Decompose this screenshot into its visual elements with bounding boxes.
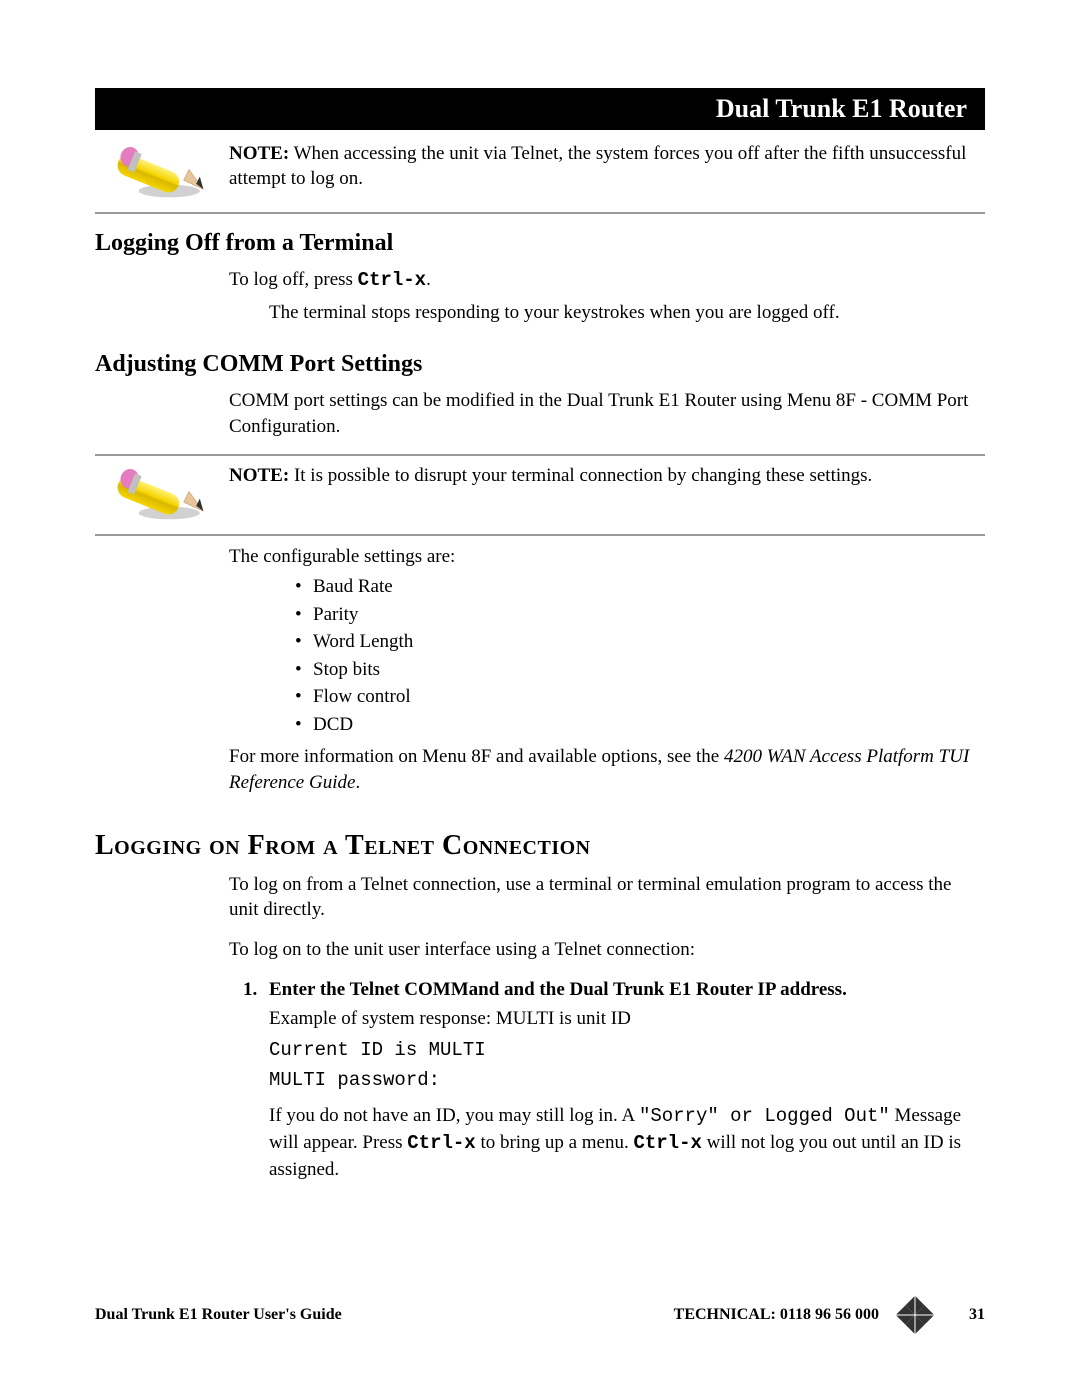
pencil-icon	[95, 464, 229, 524]
divider	[95, 212, 985, 214]
text: .	[355, 772, 360, 793]
telnet-para1: To log on from a Telnet connection, use …	[229, 872, 985, 923]
note-body: When accessing the unit via Telnet, the …	[229, 143, 966, 189]
telnet-para2: To log on to the unit user interface usi…	[229, 937, 985, 963]
cmd-ctrl-x: Ctrl-x	[407, 1132, 475, 1154]
note-label: NOTE:	[229, 465, 289, 486]
divider	[95, 454, 985, 456]
page: Dual Trunk E1 Router	[0, 0, 1080, 1397]
list-item: Parity	[295, 601, 985, 629]
heading-logging-off: Logging Off from a Terminal	[95, 230, 985, 257]
step-title-row: 1.Enter the Telnet COMMand and the Dual …	[269, 977, 985, 1003]
footer-doc-title: Dual Trunk E1 Router User's Guide	[95, 1306, 674, 1324]
comm-para: COMM port settings can be modified in th…	[229, 388, 985, 439]
note-label: NOTE:	[229, 143, 289, 164]
step-tail: If you do not have an ID, you may still …	[269, 1103, 985, 1182]
more-info: For more information on Menu 8F and avai…	[229, 744, 985, 795]
settings-list: Baud Rate Parity Word Length Stop bits F…	[295, 573, 985, 738]
note-text: NOTE: When accessing the unit via Telnet…	[229, 142, 985, 191]
step-1: 1.Enter the Telnet COMMand and the Dual …	[269, 977, 985, 1182]
step-title: Enter the Telnet COMMand and the Dual Tr…	[269, 979, 847, 1000]
list-item: Word Length	[295, 628, 985, 656]
footer-technical: TECHNICAL: 0118 96 56 000	[674, 1306, 879, 1324]
page-footer: Dual Trunk E1 Router User's Guide TECHNI…	[95, 1293, 985, 1337]
note-disrupt-connection: NOTE: It is possible to disrupt your ter…	[95, 464, 985, 524]
step-number: 1.	[243, 977, 269, 1003]
list-item: Stop bits	[295, 656, 985, 684]
header-bar: Dual Trunk E1 Router	[95, 88, 985, 130]
list-item: Baud Rate	[295, 573, 985, 601]
header-title: Dual Trunk E1 Router	[716, 94, 967, 124]
text: For more information on Menu 8F and avai…	[229, 746, 724, 767]
heading-telnet: Logging on From a Telnet Connection	[95, 830, 985, 862]
footer-right: TECHNICAL: 0118 96 56 000 31	[674, 1293, 985, 1337]
list-item: DCD	[295, 711, 985, 739]
cmd-ctrl-x: Ctrl-x	[633, 1132, 701, 1154]
text: If you do not have an ID, you may still …	[269, 1105, 639, 1126]
code-inline: "Sorry" or Logged Out"	[639, 1105, 890, 1127]
pencil-icon	[95, 142, 229, 202]
code-line: Current ID is MULTI	[269, 1038, 985, 1064]
logoff-line2: The terminal stops responding to your ke…	[269, 300, 985, 326]
note-text: NOTE: It is possible to disrupt your ter…	[229, 464, 985, 489]
divider	[95, 534, 985, 536]
note-body: It is possible to disrupt your terminal …	[289, 465, 872, 486]
text: to bring up a menu.	[476, 1132, 634, 1153]
heading-comm-port: Adjusting COMM Port Settings	[95, 351, 985, 378]
logoff-line1: To log off, press Ctrl-x.	[229, 267, 985, 294]
text: TECHNICAL:	[674, 1306, 776, 1323]
step-example: Example of system response: MULTI is uni…	[269, 1006, 985, 1032]
code-line: MULTI password:	[269, 1068, 985, 1094]
text: .	[426, 269, 431, 290]
page-number: 31	[969, 1306, 985, 1324]
cmd-ctrl-x: Ctrl-x	[358, 269, 426, 291]
text: To log off, press	[229, 269, 358, 290]
diamond-logo-icon	[893, 1293, 937, 1337]
text: 0118 96 56 000	[776, 1306, 879, 1323]
note-telnet-lockout: NOTE: When accessing the unit via Telnet…	[95, 142, 985, 202]
configurable-intro: The configurable settings are:	[229, 544, 985, 570]
list-item: Flow control	[295, 683, 985, 711]
